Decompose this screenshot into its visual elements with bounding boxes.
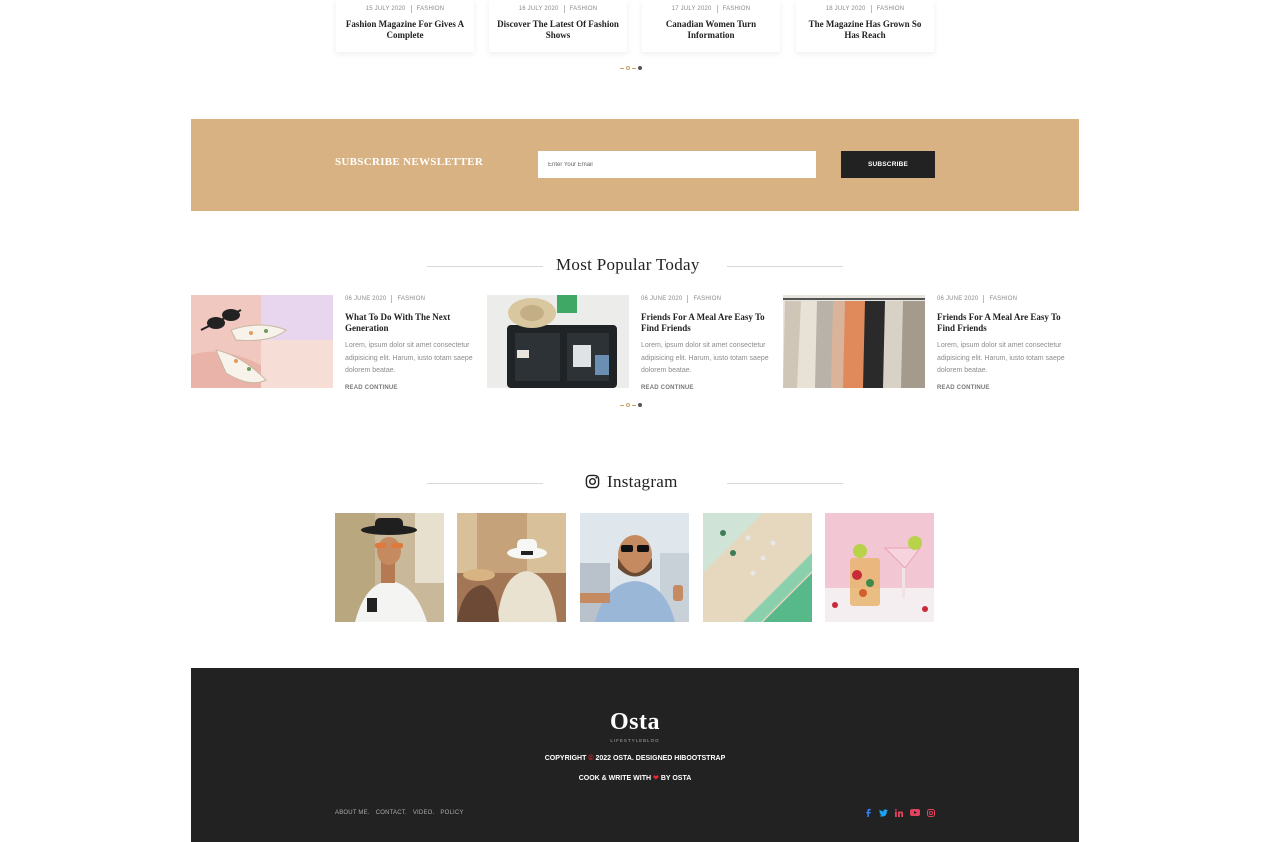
carousel-dot[interactable] bbox=[626, 66, 630, 70]
post-title[interactable]: What To Do With The Next Generation bbox=[345, 312, 480, 334]
post-date: 06 JUNE 2020 bbox=[345, 296, 387, 302]
card-date: 16 JULY 2020 bbox=[518, 6, 559, 12]
card-category[interactable]: FASHION bbox=[417, 6, 445, 12]
social-links bbox=[864, 808, 935, 817]
instagram-icon bbox=[585, 474, 600, 494]
divider bbox=[427, 266, 543, 267]
post-meta: 06 JUNE 2020 FASHION bbox=[937, 295, 1072, 303]
post-card: 06 JUNE 2020 FASHION What To Do With The … bbox=[345, 295, 480, 391]
credit-prefix: COOK & WRITE WITH bbox=[578, 775, 652, 782]
post-meta: 06 JUNE 2020 FASHION bbox=[345, 295, 480, 303]
card-category[interactable]: FASHION bbox=[570, 6, 598, 12]
read-continue-link[interactable]: READ CONTINUE bbox=[345, 385, 480, 391]
email-input[interactable] bbox=[538, 151, 816, 178]
post-category[interactable]: FASHION bbox=[397, 296, 425, 302]
instagram-photo-travelers[interactable] bbox=[457, 513, 566, 622]
footer: Osta LIFESTYLEBLOG COPYRIGHT © 2022 OSTA… bbox=[191, 668, 1079, 842]
footer-link-policy[interactable]: POLICY bbox=[440, 810, 463, 816]
top-card[interactable]: 18 JULY 2020 FASHION The Magazine Has Gro… bbox=[796, 0, 934, 52]
post-title[interactable]: Friends For A Meal Are Easy To Find Frie… bbox=[641, 312, 776, 334]
card-date: 18 JULY 2020 bbox=[825, 6, 866, 12]
copyright-text: COPYRIGHT © 2022 OSTA. DESIGNED HIBOOTST… bbox=[191, 755, 1079, 762]
top-card[interactable]: 15 JULY 2020 FASHION Fashion Magazine For… bbox=[336, 0, 474, 52]
divider bbox=[427, 483, 543, 484]
card-title[interactable]: Fashion Magazine For Gives A Complete bbox=[344, 19, 466, 41]
credit-suffix: BY OSTA bbox=[660, 775, 692, 782]
instagram-photo-selfie[interactable] bbox=[580, 513, 689, 622]
card-category[interactable]: FASHION bbox=[877, 6, 905, 12]
post-excerpt: Lorem, ipsum dolor sit amet consectetur … bbox=[641, 342, 769, 374]
footer-link-contact[interactable]: CONTACT. bbox=[376, 810, 407, 816]
carousel-dots[interactable] bbox=[620, 403, 642, 407]
footer-tagline: LIFESTYLEBLOG bbox=[610, 738, 660, 743]
read-continue-link[interactable]: READ CONTINUE bbox=[641, 385, 776, 391]
post-excerpt: Lorem, ipsum dolor sit amet consectetur … bbox=[937, 342, 1065, 374]
copyright-suffix: 2022 OSTA. DESIGNED HIBOOTSTRAP bbox=[595, 755, 726, 762]
footer-nav: ABOUT ME. CONTACT. VIDEO. POLICY bbox=[335, 810, 464, 816]
card-meta: 16 JULY 2020 FASHION bbox=[489, 5, 627, 13]
carousel-dot[interactable] bbox=[632, 404, 636, 406]
post-image-clothes-rack[interactable] bbox=[783, 295, 925, 388]
instagram-photo-cocktails[interactable] bbox=[825, 513, 934, 622]
post-title[interactable]: Friends For A Meal Are Easy To Find Frie… bbox=[937, 312, 1072, 334]
newsletter-banner: SUBSCRIBE NEWSLETTER SUBSCRIBE bbox=[191, 119, 1079, 211]
divider bbox=[727, 266, 843, 267]
post-category[interactable]: FASHION bbox=[989, 296, 1017, 302]
credit-text: COOK & WRITE WITH ❤ BY OSTA bbox=[191, 774, 1079, 782]
copyright-icon: © bbox=[588, 755, 594, 762]
carousel-dot-active[interactable] bbox=[638, 403, 642, 407]
top-card[interactable]: 16 JULY 2020 FASHION Discover The Latest … bbox=[489, 0, 627, 52]
card-meta: 17 JULY 2020 FASHION bbox=[642, 5, 780, 13]
post-image-sunglasses-shoes[interactable] bbox=[191, 295, 333, 388]
post-meta: 06 JUNE 2020 FASHION bbox=[641, 295, 776, 303]
card-meta: 18 JULY 2020 FASHION bbox=[796, 5, 934, 13]
carousel-dot[interactable] bbox=[620, 67, 624, 69]
post-card: 06 JUNE 2020 FASHION Friends For A Meal A… bbox=[937, 295, 1072, 391]
post-date: 06 JUNE 2020 bbox=[937, 296, 979, 302]
instagram-icon[interactable] bbox=[927, 808, 935, 817]
footer-link-about[interactable]: ABOUT ME. bbox=[335, 810, 370, 816]
heart-icon: ❤ bbox=[652, 775, 659, 782]
card-date: 15 JULY 2020 bbox=[365, 6, 406, 12]
card-title[interactable]: Canadian Women Turn Information bbox=[650, 19, 772, 41]
carousel-dot[interactable] bbox=[632, 67, 636, 69]
copyright-prefix: COPYRIGHT bbox=[544, 755, 587, 762]
card-title[interactable]: The Magazine Has Grown So Has Reach bbox=[804, 19, 926, 41]
section-title-popular: Most Popular Today bbox=[556, 255, 700, 274]
facebook-icon[interactable] bbox=[864, 808, 872, 817]
carousel-dot[interactable] bbox=[620, 404, 624, 406]
card-date: 17 JULY 2020 bbox=[671, 6, 712, 12]
top-card[interactable]: 17 JULY 2020 FASHION Canadian Women Turn … bbox=[642, 0, 780, 52]
read-continue-link[interactable]: READ CONTINUE bbox=[937, 385, 1072, 391]
footer-logo[interactable]: Osta bbox=[191, 709, 1079, 736]
linkedin-icon[interactable] bbox=[895, 808, 903, 817]
subscribe-button[interactable]: SUBSCRIBE bbox=[841, 151, 935, 178]
youtube-icon[interactable] bbox=[910, 809, 920, 816]
section-title-instagram: Instagram bbox=[607, 472, 678, 491]
card-meta: 15 JULY 2020 FASHION bbox=[336, 5, 474, 13]
footer-link-video[interactable]: VIDEO. bbox=[413, 810, 435, 816]
carousel-dots[interactable] bbox=[620, 66, 642, 70]
post-excerpt: Lorem, ipsum dolor sit amet consectetur … bbox=[345, 342, 473, 374]
card-title[interactable]: Discover The Latest Of Fashion Shows bbox=[497, 19, 619, 41]
post-image-suitcase[interactable] bbox=[487, 295, 629, 388]
twitter-icon[interactable] bbox=[879, 808, 888, 817]
carousel-dot[interactable] bbox=[626, 403, 630, 407]
post-category[interactable]: FASHION bbox=[693, 296, 721, 302]
instagram-photo-man-hat[interactable] bbox=[335, 513, 444, 622]
instagram-photo-beach[interactable] bbox=[703, 513, 812, 622]
divider bbox=[727, 483, 843, 484]
post-date: 06 JUNE 2020 bbox=[641, 296, 683, 302]
carousel-dot-active[interactable] bbox=[638, 66, 642, 70]
card-category[interactable]: FASHION bbox=[723, 6, 751, 12]
newsletter-title: SUBSCRIBE NEWSLETTER bbox=[335, 156, 484, 168]
post-card: 06 JUNE 2020 FASHION Friends For A Meal A… bbox=[641, 295, 776, 391]
